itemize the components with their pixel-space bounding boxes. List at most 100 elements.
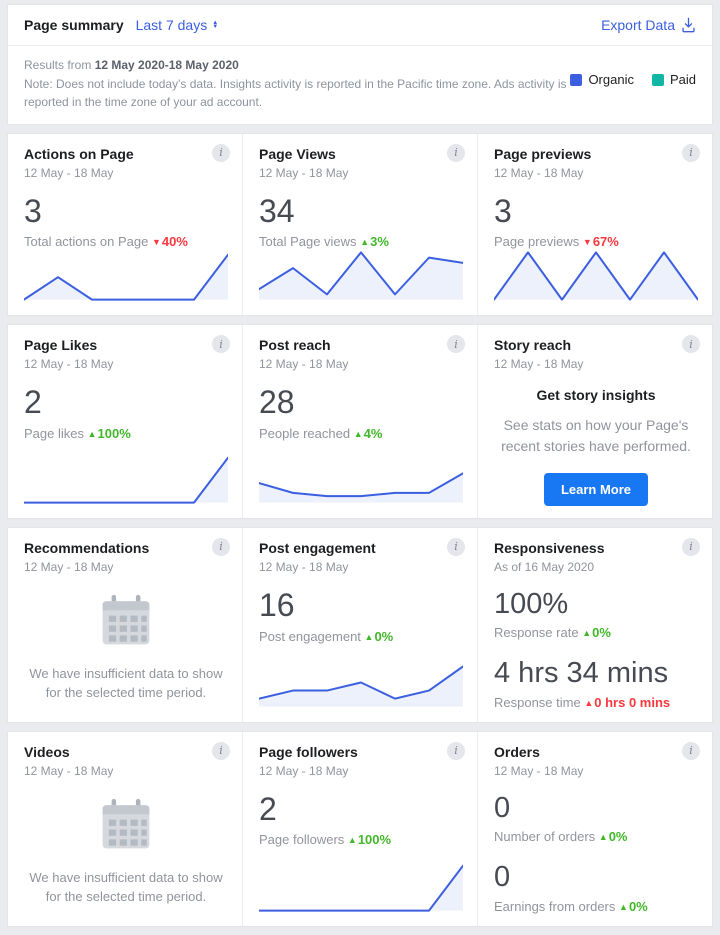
summary-toolbar: Page summary Last 7 days ▲▼ Export Data <box>8 5 712 46</box>
metric-value: 34 <box>259 195 463 229</box>
delta-badge: ▲0% <box>619 899 648 914</box>
download-icon <box>681 17 696 33</box>
metric-caption: Earnings from orders ▲0% <box>494 899 698 914</box>
trend-down-icon: ▼ <box>583 237 592 247</box>
delta-badge: ▲0 hrs 0 mins <box>584 695 670 710</box>
summary-header-section: Page summary Last 7 days ▲▼ Export Data … <box>7 4 713 125</box>
cards-row-2: i Page Likes 12 May - 18 May 2 Page like… <box>7 324 713 519</box>
promo-text: See stats on how your Page's recent stor… <box>500 415 692 456</box>
metric-caption: Number of orders ▲0% <box>494 829 698 844</box>
page-summary-panel: Page summary Last 7 days ▲▼ Export Data … <box>0 0 720 935</box>
sparkline-chart <box>259 249 463 303</box>
trend-up-icon: ▲ <box>354 429 363 439</box>
export-data-button[interactable]: Export Data <box>601 17 696 33</box>
card-date: 12 May - 18 May <box>494 357 698 371</box>
delta-badge: ▲0% <box>582 625 611 640</box>
card-page-likes[interactable]: i Page Likes 12 May - 18 May 2 Page like… <box>8 325 242 518</box>
card-date: 12 May - 18 May <box>24 357 228 371</box>
card-title: Story reach <box>494 337 698 353</box>
metric-caption: Total actions on Page ▼40% <box>24 234 228 249</box>
card-title: Actions on Page <box>24 146 228 162</box>
card-page-views[interactable]: i Page Views 12 May - 18 May 34 Total Pa… <box>242 134 477 316</box>
card-date: 12 May - 18 May <box>494 764 698 778</box>
legend-item-paid: Paid <box>652 72 696 87</box>
cards-row-4: i Videos 12 May - 18 May We have insuffi… <box>7 731 713 927</box>
date-range-label: Last 7 days <box>136 17 208 33</box>
metric-caption: Post engagement ▲0% <box>259 629 463 644</box>
card-title: Responsiveness <box>494 540 698 556</box>
timezone-note: Note: Does not include today's data. Ins… <box>24 77 567 110</box>
metric-caption: Response time ▲0 hrs 0 mins <box>494 695 698 710</box>
metric-caption: Page likes ▲100% <box>24 426 228 441</box>
card-title: Post engagement <box>259 540 463 556</box>
page-title: Page summary <box>24 17 124 33</box>
export-data-label: Export Data <box>601 17 675 33</box>
card-date: 12 May - 18 May <box>494 166 698 180</box>
sparkline-chart <box>24 452 228 506</box>
card-videos[interactable]: i Videos 12 May - 18 May We have insuffi… <box>8 732 242 926</box>
info-icon[interactable]: i <box>682 538 700 556</box>
card-orders[interactable]: i Orders 12 May - 18 May 0 Number of ord… <box>477 732 712 926</box>
info-icon[interactable]: i <box>447 742 465 760</box>
card-page-followers[interactable]: i Page followers 12 May - 18 May 2 Page … <box>242 732 477 926</box>
card-title: Page Likes <box>24 337 228 353</box>
empty-state: We have insufficient data to show for th… <box>24 798 228 907</box>
card-date: As of 16 May 2020 <box>494 560 698 574</box>
card-title: Videos <box>24 744 228 760</box>
cards-row-1: i Actions on Page 12 May - 18 May 3 Tota… <box>7 133 713 317</box>
trend-down-icon: ▼ <box>152 237 161 247</box>
empty-state-text: We have insufficient data to show for th… <box>24 868 228 907</box>
info-icon[interactable]: i <box>212 538 230 556</box>
metric-value: 2 <box>24 386 228 420</box>
legend-item-organic: Organic <box>570 72 634 87</box>
metric-caption: Page followers ▲100% <box>259 832 463 847</box>
info-icon[interactable]: i <box>447 538 465 556</box>
delta-badge: ▲100% <box>88 426 131 441</box>
calendar-icon <box>97 798 155 852</box>
delta-badge: ▲4% <box>354 426 383 441</box>
card-date: 12 May - 18 May <box>259 560 463 574</box>
chevron-updown-icon: ▲▼ <box>212 21 218 29</box>
sparkline-chart <box>494 249 698 303</box>
card-responsiveness[interactable]: i Responsiveness As of 16 May 2020 100% … <box>477 528 712 722</box>
sparkline-chart <box>259 452 463 506</box>
empty-state-text: We have insufficient data to show for th… <box>24 664 228 703</box>
card-actions-on-page[interactable]: i Actions on Page 12 May - 18 May 3 Tota… <box>8 134 242 316</box>
card-date: 12 May - 18 May <box>259 357 463 371</box>
metric-value: 3 <box>24 195 228 229</box>
trend-up-icon: ▲ <box>360 237 369 247</box>
trend-up-icon: ▲ <box>365 632 374 642</box>
card-title: Recommendations <box>24 540 228 556</box>
metric-value: 2 <box>259 793 463 827</box>
info-icon[interactable]: i <box>212 144 230 162</box>
metric-value: 16 <box>259 589 463 623</box>
card-story-reach[interactable]: i Story reach 12 May - 18 May Get story … <box>477 325 712 518</box>
paid-swatch-icon <box>652 74 664 86</box>
info-icon[interactable]: i <box>212 742 230 760</box>
trend-up-icon: ▲ <box>348 835 357 845</box>
info-icon[interactable]: i <box>447 144 465 162</box>
delta-badge: ▲0% <box>599 829 628 844</box>
card-page-previews[interactable]: i Page previews 12 May - 18 May 3 Page p… <box>477 134 712 316</box>
delta-badge: ▼67% <box>583 234 619 249</box>
card-recommendations[interactable]: i Recommendations 12 May - 18 May We hav… <box>8 528 242 722</box>
metric-caption: People reached ▲4% <box>259 426 463 441</box>
delta-badge: ▲100% <box>348 832 391 847</box>
date-range-selector[interactable]: Last 7 days ▲▼ <box>136 17 219 33</box>
learn-more-button[interactable]: Learn More <box>544 473 648 506</box>
organic-swatch-icon <box>570 74 582 86</box>
trend-up-icon: ▲ <box>584 698 593 708</box>
info-icon[interactable]: i <box>682 742 700 760</box>
card-title: Page previews <box>494 146 698 162</box>
delta-badge: ▲0% <box>365 629 394 644</box>
card-title: Page followers <box>259 744 463 760</box>
cards-row-3: i Recommendations 12 May - 18 May We hav… <box>7 527 713 723</box>
metric-value: 0 <box>494 793 698 823</box>
metric-value: 3 <box>494 195 698 229</box>
card-title: Orders <box>494 744 698 760</box>
card-post-reach[interactable]: i Post reach 12 May - 18 May 28 People r… <box>242 325 477 518</box>
sparkline-chart <box>259 656 463 710</box>
card-post-engagement[interactable]: i Post engagement 12 May - 18 May 16 Pos… <box>242 528 477 722</box>
results-note: Results from 12 May 2020-18 May 2020 Not… <box>8 46 712 124</box>
info-icon[interactable]: i <box>682 144 700 162</box>
